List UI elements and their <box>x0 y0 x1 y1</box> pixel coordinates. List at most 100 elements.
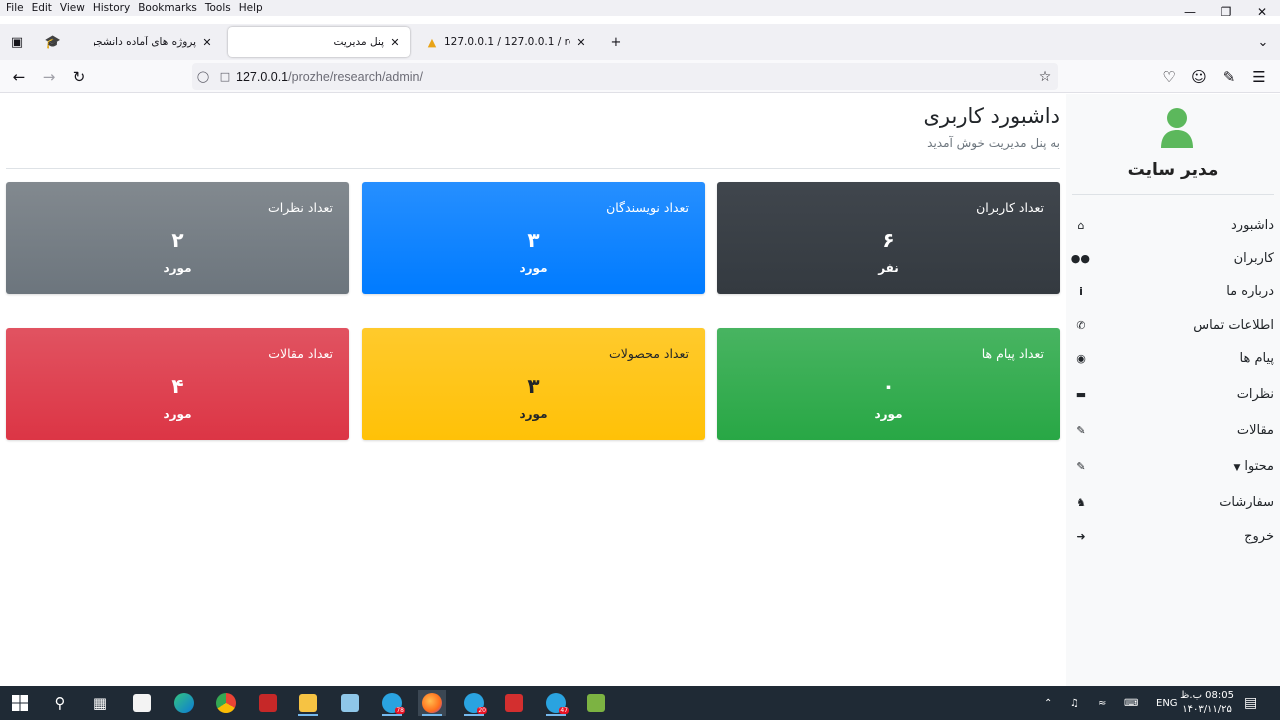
menu-file[interactable]: File <box>6 2 24 14</box>
card-value: ۶ <box>882 228 895 252</box>
comments-icon: ◉ <box>1076 351 1086 365</box>
sidebar-item-label: نظرات <box>1236 386 1274 402</box>
edit-icon: ✎ <box>1076 459 1086 473</box>
telegram-badge: 78 <box>395 707 405 714</box>
windows-start-icon[interactable] <box>6 690 34 716</box>
sidebar-item-logout[interactable]: خروج ➜ <box>1072 524 1274 548</box>
telegram-badge: 20 <box>477 707 487 714</box>
app-green-icon[interactable] <box>582 690 610 716</box>
extensions-icon[interactable]: ✎ <box>1216 64 1242 90</box>
pinned-tab-graduation-icon[interactable]: 🎓 <box>40 29 66 55</box>
header-divider <box>6 168 1060 169</box>
sidebar-item-label: درباره ما <box>1226 283 1274 299</box>
close-window-button[interactable]: ✕ <box>1244 0 1280 24</box>
chrome-icon[interactable] <box>212 690 240 716</box>
app-red-icon[interactable] <box>254 690 282 716</box>
stat-card-users[interactable]: تعداد کاربران ۶ نفر <box>717 182 1060 294</box>
sidebar-item-label: کاربران <box>1233 250 1274 266</box>
notification-icon[interactable]: ▤ <box>1244 686 1257 720</box>
acrobat-icon[interactable] <box>500 690 528 716</box>
tab-student-projects[interactable]: پروژه های آماده دانشجویی ✕ <box>86 27 222 57</box>
shield-icon[interactable]: ◯ <box>192 70 214 83</box>
card-title: تعداد مقالات <box>268 346 333 361</box>
restore-button[interactable]: ❐ <box>1208 0 1244 24</box>
comment-box-icon: ▬ <box>1075 387 1087 401</box>
menu-help[interactable]: Help <box>239 2 263 14</box>
menu-tools[interactable]: Tools <box>205 2 231 14</box>
minimize-button[interactable]: — <box>1172 0 1208 24</box>
language-indicator[interactable]: ENG <box>1156 686 1178 720</box>
stat-card-comments[interactable]: تعداد نظرات ۲ مورد <box>6 182 349 294</box>
card-value: ۳ <box>527 228 540 252</box>
account-icon[interactable]: ☺ <box>1186 64 1212 90</box>
card-title: تعداد نظرات <box>268 200 333 215</box>
sidebar-item-articles[interactable]: مقالات ✎ <box>1072 418 1274 442</box>
card-title: تعداد پیام ها <box>981 346 1044 361</box>
new-tab-button[interactable]: + <box>603 29 629 55</box>
sidebar-item-contact[interactable]: اطلاعات تماس ✆ <box>1072 313 1274 337</box>
sidebar-item-label: خروج <box>1244 528 1274 544</box>
file-explorer-icon[interactable] <box>294 690 322 716</box>
hamburger-menu-icon[interactable]: ☰ <box>1246 64 1272 90</box>
tab-bar: ▣ 🎓 پروژه های آماده دانشجویی ✕ پنل مدیری… <box>0 24 1280 60</box>
telegram-icon[interactable]: 20 <box>460 690 488 716</box>
card-value: ۲ <box>171 228 184 252</box>
sidebar-item-content[interactable]: محتوا▼ ✎ <box>1072 454 1274 478</box>
phpmyadmin-icon: ▲ <box>427 35 437 49</box>
sidebar-item-label-text: محتوا <box>1244 458 1274 474</box>
url-text[interactable]: 127.0.0.1/prozhe/research/admin/ <box>236 70 1032 84</box>
clock[interactable]: 08:05 ب.ظ ۱۴۰۳/۱۱/۲۵ <box>1180 689 1234 717</box>
forward-button[interactable]: → <box>36 64 62 90</box>
sidebar-item-comments[interactable]: نظرات ▬ <box>1072 382 1274 406</box>
stat-card-messages[interactable]: تعداد پیام ها ۰ مورد <box>717 328 1060 440</box>
card-title: تعداد محصولات <box>608 346 689 361</box>
url-bar[interactable]: ◯ □ 127.0.0.1/prozhe/research/admin/ ☆ <box>192 63 1058 90</box>
sidebar-item-about[interactable]: درباره ما i <box>1072 279 1274 303</box>
close-icon[interactable]: ✕ <box>574 36 588 49</box>
tab-admin-panel[interactable]: پنل مدیریت ✕ <box>228 27 410 57</box>
navigation-bar: ← → ↻ ◯ □ 127.0.0.1/prozhe/research/admi… <box>0 60 1280 93</box>
firefox-icon[interactable] <box>418 690 446 716</box>
site-name: مدیر سایت <box>1127 160 1219 180</box>
card-value: ۴ <box>171 374 184 398</box>
stat-card-articles[interactable]: تعداد مقالات ۴ مورد <box>6 328 349 440</box>
reload-button[interactable]: ↻ <box>66 64 92 90</box>
notepad-icon[interactable] <box>336 690 364 716</box>
menu-history[interactable]: History <box>93 2 130 14</box>
tab-title: پنل مدیریت <box>333 36 384 48</box>
tray-chevron-icon[interactable]: ⌃ <box>1044 686 1052 720</box>
telegram-icon[interactable]: 47 <box>542 690 570 716</box>
pocket-icon[interactable]: ♡ <box>1156 64 1182 90</box>
sidebar-item-messages[interactable]: پیام ها ◉ <box>1072 346 1274 370</box>
telegram-icon[interactable]: 78 <box>378 690 406 716</box>
search-icon[interactable]: ⚲ <box>46 690 74 716</box>
menu-bar: File Edit View History Bookmarks Tools H… <box>0 0 1280 16</box>
firefox-view-button[interactable]: ▣ <box>4 29 30 55</box>
sidebar-item-dashboard[interactable]: داشبورد ⌂ <box>1072 213 1275 237</box>
edge-icon[interactable] <box>170 690 198 716</box>
sidebar-item-users[interactable]: کاربران ●● <box>1071 246 1274 270</box>
stat-card-products[interactable]: تعداد محصولات ۳ مورد <box>362 328 705 440</box>
sidebar-item-label: اطلاعات تماس <box>1193 317 1274 333</box>
list-tabs-chevron-icon[interactable]: ⌄ <box>1250 29 1276 55</box>
page-icon[interactable]: □ <box>214 70 236 83</box>
task-view-icon[interactable]: ▦ <box>86 690 114 716</box>
close-icon[interactable]: ✕ <box>388 36 402 49</box>
sidebar-item-orders[interactable]: سفارشات ♞ <box>1072 490 1274 514</box>
volume-icon[interactable]: ♫ <box>1070 686 1079 720</box>
wifi-icon[interactable]: ≈ <box>1098 686 1106 720</box>
url-path: /prozhe/research/admin/ <box>288 69 423 84</box>
bookmark-star-icon[interactable]: ☆ <box>1032 69 1058 85</box>
card-unit: مورد <box>163 407 192 421</box>
tab-phpmyadmin[interactable]: ▲ 127.0.0.1 / 127.0.0.1 / research / ...… <box>416 27 596 57</box>
back-button[interactable]: ← <box>6 64 32 90</box>
keyboard-icon[interactable]: ⌨ <box>1124 686 1138 720</box>
menu-edit[interactable]: Edit <box>32 2 52 14</box>
store-icon[interactable] <box>128 690 156 716</box>
sign-out-icon: ➜ <box>1076 529 1086 543</box>
menu-bookmarks[interactable]: Bookmarks <box>138 2 197 14</box>
close-icon[interactable]: ✕ <box>200 36 214 49</box>
stat-card-authors[interactable]: تعداد نویسندگان ۳ مورد <box>362 182 705 294</box>
menu-view[interactable]: View <box>60 2 85 14</box>
card-unit: مورد <box>874 407 903 421</box>
